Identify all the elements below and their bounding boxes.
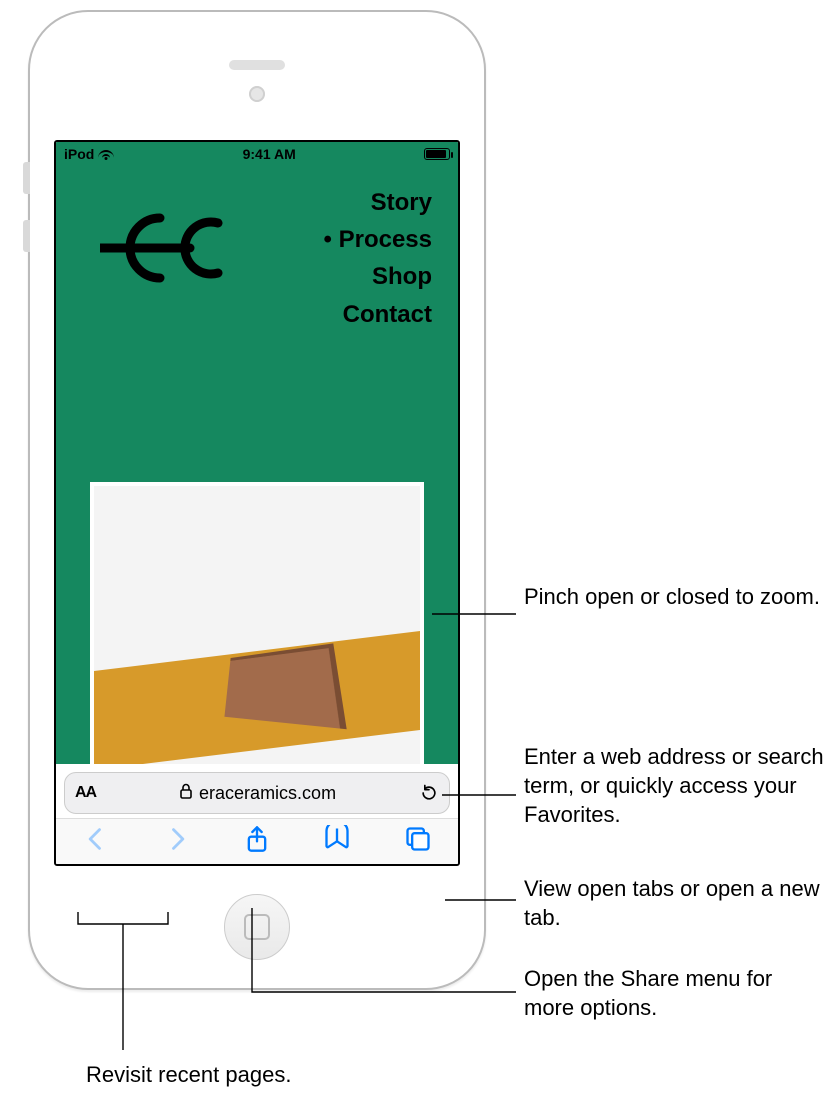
callout-tabs: View open tabs or open a new tab. xyxy=(524,874,824,932)
volume-up-button[interactable] xyxy=(23,162,30,194)
forward-button[interactable] xyxy=(163,825,191,858)
reader-text-size-button[interactable]: AA xyxy=(75,784,96,802)
callout-history: Revisit recent pages. xyxy=(86,1060,291,1089)
url-label: eraceramics.com xyxy=(199,783,336,804)
site-logo-icon[interactable] xyxy=(100,208,230,293)
home-button[interactable] xyxy=(224,894,290,960)
reload-button[interactable] xyxy=(419,783,439,803)
nav-process[interactable]: Process xyxy=(324,221,432,258)
lock-icon xyxy=(179,783,193,804)
nav-story[interactable]: Story xyxy=(324,184,432,221)
share-button[interactable] xyxy=(243,825,271,858)
volume-down-button[interactable] xyxy=(23,220,30,252)
callout-share: Open the Share menu for more options. xyxy=(524,964,824,1022)
carrier-label: iPod xyxy=(64,146,94,162)
nav-contact[interactable]: Contact xyxy=(324,296,432,333)
callout-zoom: Pinch open or closed to zoom. xyxy=(524,582,820,611)
screen: iPod 9:41 AM Story Proc xyxy=(54,140,460,866)
back-button[interactable] xyxy=(82,825,110,858)
tabs-button[interactable] xyxy=(404,825,432,858)
speaker-grille xyxy=(229,60,285,70)
clock-label: 9:41 AM xyxy=(243,146,296,162)
safari-toolbar xyxy=(56,818,458,864)
callout-search: Enter a web address or search term, or q… xyxy=(524,742,824,829)
wifi-icon xyxy=(98,148,114,160)
bookmarks-button[interactable] xyxy=(323,825,351,858)
front-camera xyxy=(249,86,265,102)
battery-icon xyxy=(424,148,450,160)
status-bar: iPod 9:41 AM xyxy=(56,142,458,166)
hero-image xyxy=(90,482,424,764)
site-nav: Story Process Shop Contact xyxy=(324,184,432,333)
nav-shop[interactable]: Shop xyxy=(324,258,432,295)
ipod-device-frame: iPod 9:41 AM Story Proc xyxy=(28,10,486,990)
webpage-content[interactable]: Story Process Shop Contact xyxy=(56,166,458,764)
address-bar[interactable]: AA eraceramics.com xyxy=(64,772,450,814)
